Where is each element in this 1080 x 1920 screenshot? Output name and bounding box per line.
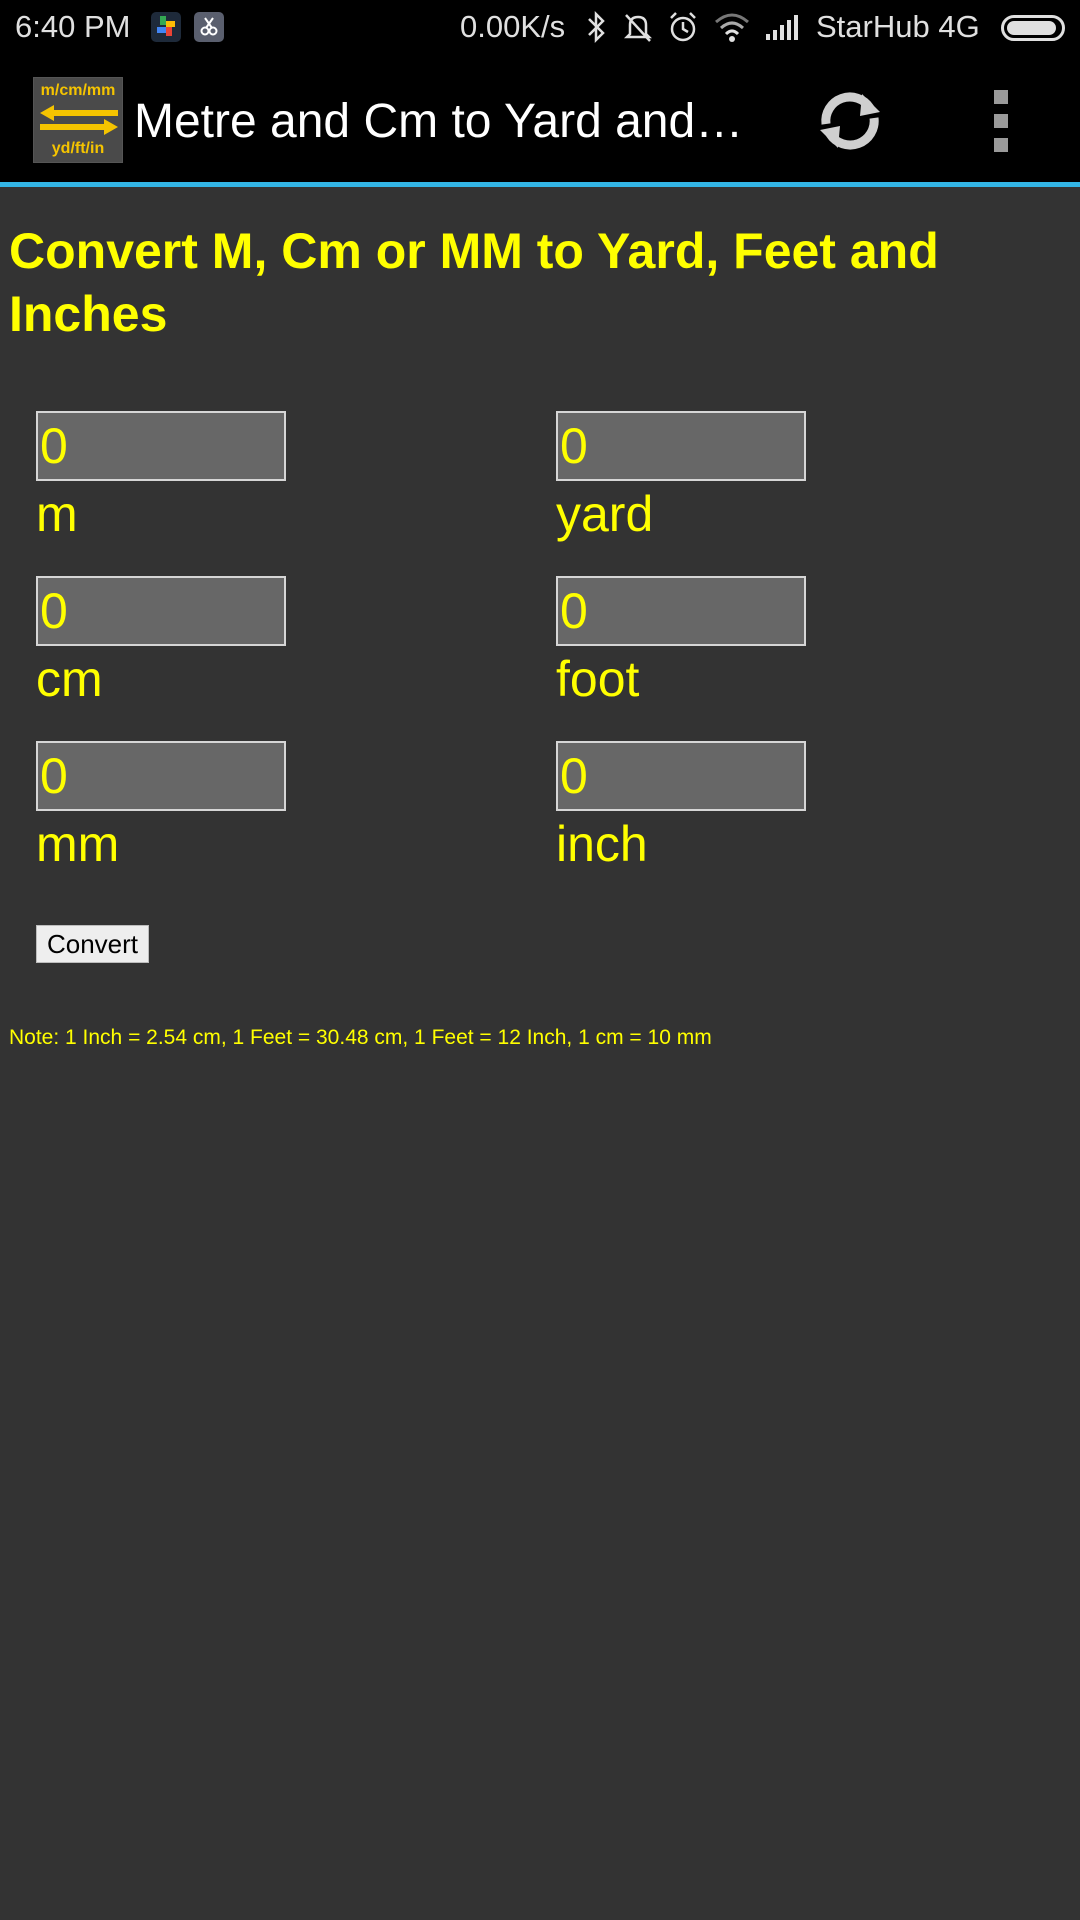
cm-label: cm [36,651,103,707]
scissors-icon [194,12,224,42]
action-bar-divider [0,182,1080,187]
mm-label: mm [36,816,120,872]
foot-label: foot [556,651,640,707]
play-games-icon [151,12,181,42]
mm-input[interactable] [36,741,286,811]
logo-metric-text: m/cm/mm [40,82,116,99]
refresh-icon [820,92,880,150]
page-heading: Convert M, Cm or MM to Yard, Feet and In… [9,223,939,342]
bluetooth-icon [586,10,608,52]
foot-input[interactable] [556,576,806,646]
foot-field: foot [556,576,806,708]
signal-icon [764,10,804,52]
wifi-icon [712,10,752,52]
muted-bell-icon [620,10,656,52]
inch-input[interactable] [556,741,806,811]
cm-input[interactable] [36,576,286,646]
cm-field: cm [36,576,286,708]
refresh-button[interactable] [808,86,892,156]
conversion-note: Note: 1 Inch = 2.54 cm, 1 Feet = 30.48 c… [9,1026,712,1049]
battery-level [1007,21,1056,35]
more-dot-icon [994,114,1008,128]
status-time: 6:40 PM [15,9,131,44]
battery-icon [1001,15,1065,41]
metre-label: m [36,486,78,542]
inch-label: inch [556,816,648,872]
inch-field: inch [556,741,806,873]
swap-arrows-icon [40,105,118,135]
yard-field: yard [556,411,806,543]
app-logo: m/cm/mm yd/ft/in [33,77,123,163]
metre-input[interactable] [36,411,286,481]
yard-label: yard [556,486,654,542]
network-speed: 0.00K/s [460,9,566,44]
carrier-name: StarHub 4G [816,9,980,44]
overflow-menu-button[interactable] [988,90,1016,152]
mm-field: mm [36,741,286,873]
status-bar: 6:40 PM 0.00K/s StarHub 4G [0,0,1080,56]
yard-input[interactable] [556,411,806,481]
convert-button[interactable]: Convert [36,925,149,963]
metre-field: m [36,411,286,543]
alarm-icon [666,10,700,52]
more-dot-icon [994,90,1008,104]
action-bar: m/cm/mm yd/ft/in Metre and Cm to Yard an… [0,56,1080,187]
app-title: Metre and Cm to Yard and… [134,95,744,148]
logo-imperial-text: yd/ft/in [51,140,105,157]
more-dot-icon [994,138,1008,152]
